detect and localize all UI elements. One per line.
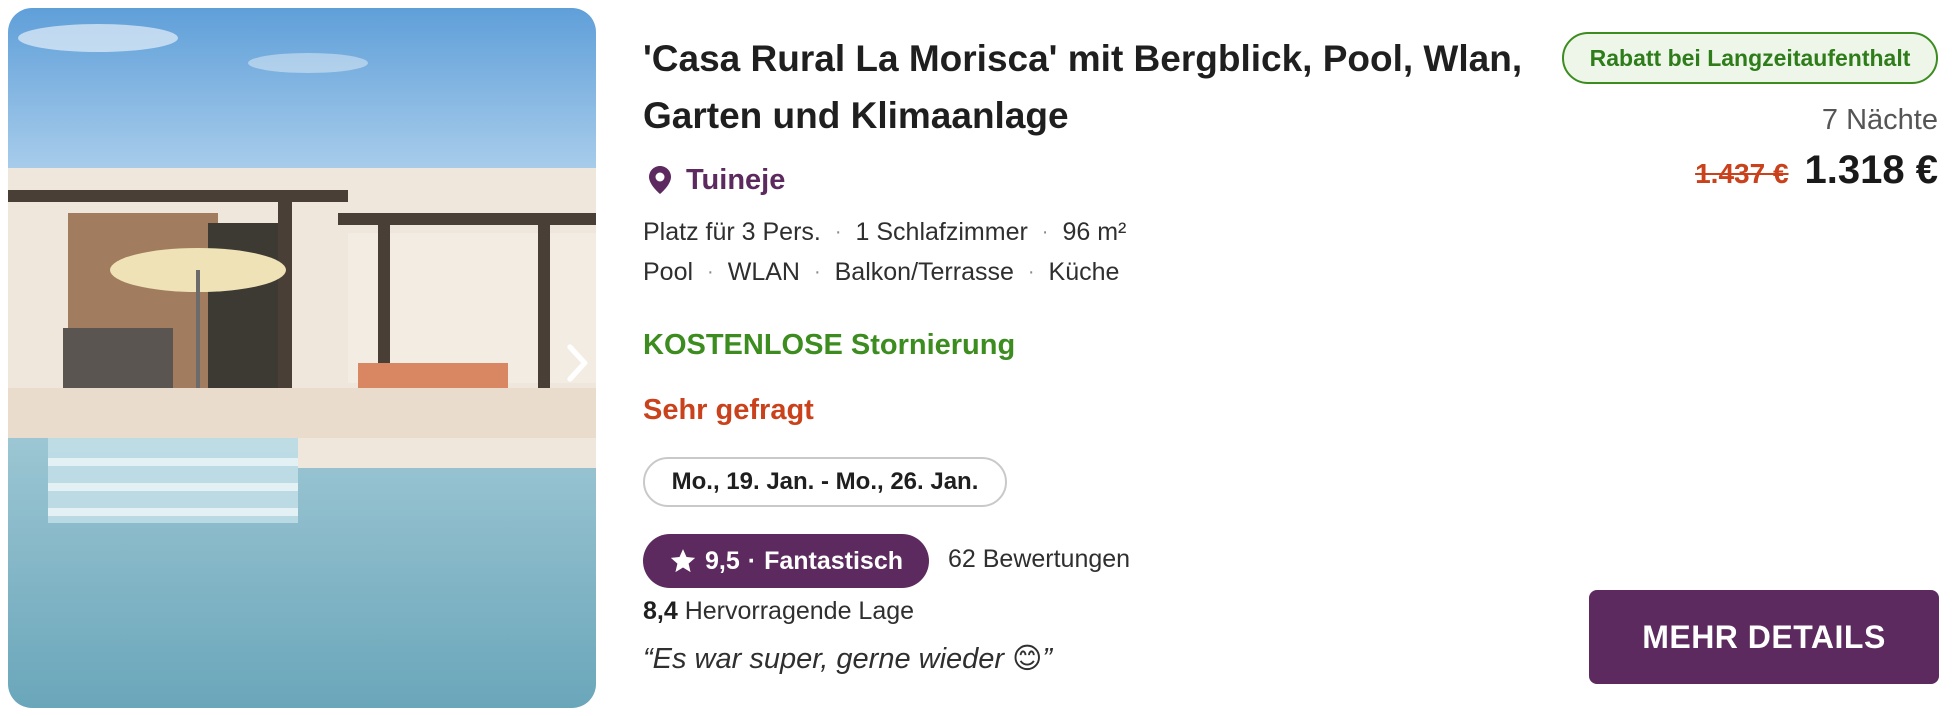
pool-terrace-image (8, 8, 596, 708)
fact-bedrooms: 1 Schlafzimmer (855, 217, 1028, 246)
listing-title[interactable]: 'Casa Rural La Morisca' mit Bergblick, P… (643, 30, 1523, 144)
fact-area: 96 m² (1062, 217, 1127, 246)
listing-photo[interactable] (8, 8, 596, 708)
rating-label: Fantastisch (764, 546, 904, 575)
chevron-right-icon (567, 344, 588, 382)
free-cancellation-label: KOSTENLOSE Stornierung (643, 329, 1016, 361)
fact-guests: Platz für 3 Pers. (643, 217, 821, 246)
amenity-pool: Pool (643, 257, 694, 286)
price-row: 1.437 € 1.318 € (1695, 148, 1938, 193)
separator-dot: · (1041, 220, 1049, 243)
separator-dot: · (813, 260, 821, 283)
facts-row-amenities: Pool · WLAN · Balkon/Terrasse · Küche (643, 255, 1119, 289)
amenity-balcony: Balkon/Terrasse (834, 257, 1014, 286)
rating-separator: · (747, 546, 757, 575)
location-score-value: 8,4 (643, 597, 678, 625)
review-quote: “Es war super, gerne wieder 😊” (643, 643, 1053, 675)
rating-badge: 9,5 · Fantastisch (643, 534, 929, 588)
location-score-label: Hervorragende Lage (684, 597, 915, 625)
rating-score: 9,5 (704, 546, 740, 575)
next-photo-button[interactable] (558, 343, 596, 383)
location-row: Tuineje (648, 160, 785, 200)
map-pin-icon (649, 166, 671, 194)
nights-count: 7 Nächte (1821, 104, 1938, 136)
reviews-count[interactable]: 62 Bewertungen (948, 545, 1130, 574)
current-price: 1.318 € (1804, 148, 1938, 192)
date-range-chip[interactable]: Mo., 19. Jan. - Mo., 26. Jan. (643, 457, 1007, 507)
star-icon (670, 549, 696, 573)
facts-row-capacity: Platz für 3 Pers. · 1 Schlafzimmer · 96 … (643, 215, 1126, 249)
separator-dot: · (1027, 260, 1035, 283)
old-price: 1.437 € (1695, 158, 1789, 189)
location-label: Tuineje (686, 163, 786, 196)
more-details-button[interactable]: MEHR DETAILS (1589, 590, 1939, 684)
location-score-row: 8,4 Hervorragende Lage (643, 597, 914, 626)
long-stay-discount-badge: Rabatt bei Langzeitaufenthalt (1562, 32, 1938, 84)
amenity-kitchen: Küche (1048, 257, 1120, 286)
separator-dot: · (707, 260, 714, 283)
amenity-wifi: WLAN (727, 257, 800, 286)
listing-card: 'Casa Rural La Morisca' mit Bergblick, P… (0, 0, 1952, 716)
high-demand-label: Sehr gefragt (643, 394, 814, 426)
separator-dot: · (834, 220, 842, 243)
